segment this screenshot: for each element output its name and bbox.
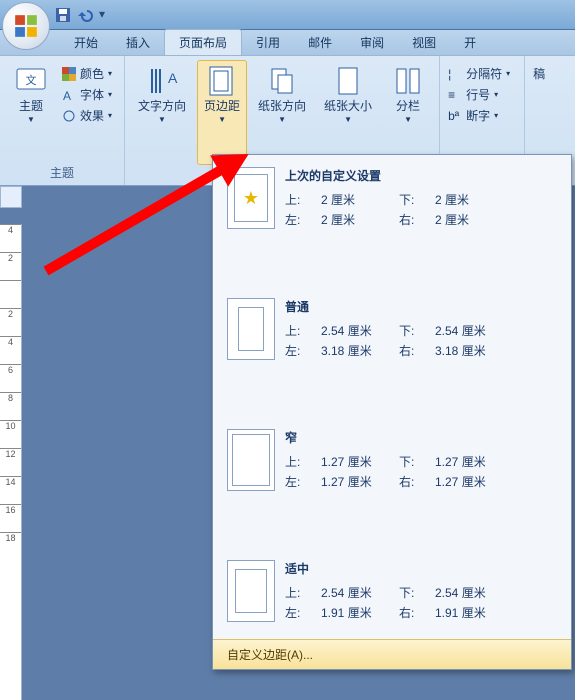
svg-text:A: A xyxy=(63,89,71,102)
margin-option-title: 上次的自定义设置 xyxy=(285,167,557,184)
qat-dropdown-icon[interactable]: ▾ xyxy=(99,7,115,23)
theme-fonts-button[interactable]: A 字体▾ xyxy=(60,85,118,104)
colors-icon xyxy=(62,67,76,81)
svg-text:A: A xyxy=(168,70,178,86)
tab-mailings[interactable]: 邮件 xyxy=(294,30,346,55)
chevron-down-icon: ▼ xyxy=(344,115,352,124)
margins-icon xyxy=(206,65,238,97)
margin-option-narrow[interactable]: 窄 上: 1.27 厘米 下: 1.27 厘米 左: 1.27 厘米 右: 1.… xyxy=(214,418,570,507)
columns-button[interactable]: 分栏 ▼ xyxy=(383,60,433,165)
line-numbers-button[interactable]: ≡ 行号▾ xyxy=(446,85,518,104)
chevron-down-icon: ▾ xyxy=(494,111,498,120)
chevron-down-icon: ▾ xyxy=(108,69,112,78)
group-theme: 文 主题 ▼ 颜色▾ A 字体▾ 效果▾ 主题 xyxy=(0,56,125,185)
themes-button[interactable]: 文 主题 ▼ xyxy=(6,60,56,162)
tab-home[interactable]: 开始 xyxy=(60,30,112,55)
custom-margins-button[interactable]: 自定义边距(A)... xyxy=(213,639,571,669)
themes-label: 主题 xyxy=(19,99,43,113)
svg-text:文: 文 xyxy=(26,73,37,87)
tab-page-layout[interactable]: 页面布局 xyxy=(164,29,242,55)
chevron-down-icon: ▼ xyxy=(218,115,226,124)
margins-gallery: ★ 上次的自定义设置 上: 2 厘米 下: 2 厘米 左: 2 厘米 右: 2 … xyxy=(212,154,572,670)
orientation-button[interactable]: 纸张方向 ▼ xyxy=(251,60,313,165)
breaks-button[interactable]: ¦ 分隔符▾ xyxy=(446,64,518,83)
breaks-icon: ¦ xyxy=(448,67,462,81)
line-numbers-icon: ≡ xyxy=(448,88,462,102)
hyphenation-icon: bª xyxy=(448,109,462,123)
margin-option-last-custom[interactable]: ★ 上次的自定义设置 上: 2 厘米 下: 2 厘米 左: 2 厘米 右: 2 … xyxy=(214,156,570,245)
office-logo-icon xyxy=(13,13,39,39)
tab-references[interactable]: 引用 xyxy=(242,30,294,55)
theme-colors-button[interactable]: 颜色▾ xyxy=(60,64,118,83)
chevron-down-icon: ▼ xyxy=(404,115,412,124)
chevron-down-icon: ▼ xyxy=(27,115,35,124)
size-icon xyxy=(332,65,364,97)
vertical-ruler: 4 2 2 4 6 8 10 12 14 16 18 xyxy=(0,224,22,700)
margin-option-title: 普通 xyxy=(285,298,557,315)
tab-review[interactable]: 审阅 xyxy=(346,30,398,55)
save-icon[interactable] xyxy=(55,7,71,23)
chevron-down-icon: ▼ xyxy=(278,115,286,124)
theme-effects-button[interactable]: 效果▾ xyxy=(60,106,118,125)
chevron-down-icon: ▾ xyxy=(506,69,510,78)
margin-option-moderate[interactable]: 适中 上: 2.54 厘米 下: 2.54 厘米 左: 1.91 厘米 右: 1… xyxy=(214,549,570,638)
hyphenation-button[interactable]: bª 断字▾ xyxy=(446,106,518,125)
fonts-icon: A xyxy=(62,88,76,102)
themes-icon: 文 xyxy=(15,65,47,97)
tab-view[interactable]: 视图 xyxy=(398,30,450,55)
tab-developer[interactable]: 开 xyxy=(450,30,490,55)
columns-icon xyxy=(392,65,424,97)
margin-option-title: 适中 xyxy=(285,560,557,577)
chevron-down-icon: ▾ xyxy=(108,111,112,120)
chevron-down-icon: ▾ xyxy=(494,90,498,99)
margin-thumb-icon xyxy=(227,429,275,491)
ruler-corner xyxy=(0,186,22,208)
quick-access-toolbar: ▾ xyxy=(55,7,115,23)
margin-thumb-icon xyxy=(227,560,275,622)
chevron-down-icon: ▼ xyxy=(158,115,166,124)
watermark-stub[interactable]: 稿 xyxy=(531,64,575,83)
undo-icon[interactable] xyxy=(77,7,93,23)
title-bar: ▾ xyxy=(0,0,575,30)
margin-option-normal[interactable]: 普通 上: 2.54 厘米 下: 2.54 厘米 左: 3.18 厘米 右: 3… xyxy=(214,287,570,376)
tab-insert[interactable]: 插入 xyxy=(112,30,164,55)
paper-size-button[interactable]: 纸张大小 ▼ xyxy=(317,60,379,165)
office-button[interactable] xyxy=(2,2,50,50)
effects-icon xyxy=(62,109,76,123)
text-direction-button[interactable]: A 文字方向 ▼ xyxy=(131,60,193,165)
text-direction-icon: A xyxy=(146,65,178,97)
orientation-icon xyxy=(266,65,298,97)
star-icon: ★ xyxy=(243,188,259,209)
ribbon-tabs: 开始 插入 页面布局 引用 邮件 审阅 视图 开 xyxy=(0,30,575,56)
margin-thumb-icon xyxy=(227,298,275,360)
chevron-down-icon: ▾ xyxy=(108,90,112,99)
margin-option-title: 窄 xyxy=(285,429,557,446)
group-theme-label: 主题 xyxy=(6,162,118,183)
